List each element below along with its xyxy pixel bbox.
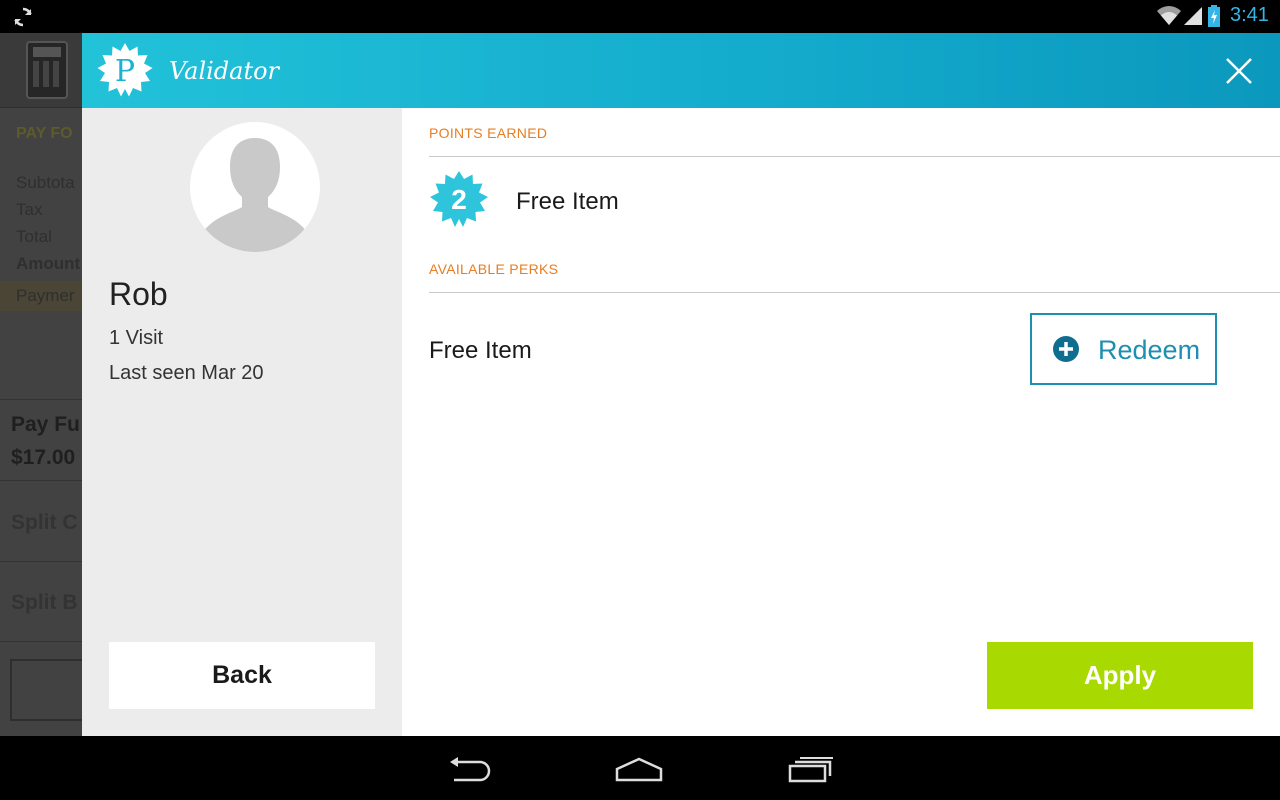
back-button[interactable]: Back (109, 642, 375, 709)
home-nav-icon[interactable] (614, 754, 664, 784)
sync-icon (14, 7, 32, 27)
divider (0, 561, 82, 562)
bg-payment-label: Paymer (0, 281, 82, 311)
divider (0, 641, 82, 642)
bg-tax-label: Tax (16, 200, 43, 219)
apply-button[interactable]: Apply (987, 642, 1253, 709)
clock: 3:41 (1230, 4, 1269, 26)
logo-letter: P (114, 53, 136, 89)
status-bar: 3:41 (0, 0, 1280, 33)
avatar (190, 122, 320, 252)
points-earned-row: 2 Free Item (429, 170, 1229, 232)
battery-charging-icon (1208, 5, 1220, 27)
bg-total-label: Total (16, 227, 52, 246)
customer-name: Rob (109, 276, 168, 312)
terminal-image-area (0, 33, 82, 108)
back-nav-icon[interactable] (444, 754, 494, 784)
divider (429, 292, 1280, 293)
validator-header: P Validator (82, 33, 1280, 108)
bg-pay-for-label: PAY FO (16, 125, 73, 142)
bg-amount-label: Amount (16, 254, 81, 273)
available-perks-heading: AVAILABLE PERKS (429, 261, 559, 277)
divider (0, 399, 82, 400)
last-seen: Last seen Mar 20 (109, 362, 264, 384)
rewards-panel: POINTS EARNED 2 Free Item AVAILABLE PERK… (402, 108, 1280, 736)
points-earned-heading: POINTS EARNED (429, 125, 548, 141)
bg-pay-full-label: Pay Fu (11, 413, 80, 436)
background-app: PAY FO Subtota Tax Total Amount Paymer P… (0, 33, 82, 736)
divider (0, 480, 82, 481)
wifi-icon (1157, 6, 1181, 26)
redeem-label: Redeem (1098, 335, 1201, 365)
bg-subtotal-label: Subtota (16, 173, 75, 192)
points-value: 2 (451, 184, 467, 215)
visit-count: 1 Visit (109, 327, 164, 349)
perk-name: Free Item (429, 337, 532, 364)
plus-circle-icon (1053, 336, 1079, 362)
divider (429, 156, 1280, 157)
person-silhouette-icon (200, 138, 310, 252)
redeem-button[interactable]: Redeem (1030, 313, 1217, 385)
recents-nav-icon[interactable] (785, 754, 835, 784)
customer-profile-panel: Rob 1 Visit Last seen Mar 20 Back (82, 108, 402, 736)
close-icon[interactable] (1223, 55, 1255, 87)
points-reward-name: Free Item (516, 188, 619, 215)
system-nav-bar (0, 736, 1280, 800)
bg-split-option-2: Split B (11, 591, 78, 614)
card-terminal-icon (26, 41, 68, 99)
bg-bottom-button (10, 659, 82, 721)
bg-split-option-1: Split C (11, 511, 78, 534)
bg-pay-amount: $17.00 (11, 446, 76, 469)
modal-title: Validator (169, 57, 280, 85)
signal-icon (1184, 7, 1202, 25)
